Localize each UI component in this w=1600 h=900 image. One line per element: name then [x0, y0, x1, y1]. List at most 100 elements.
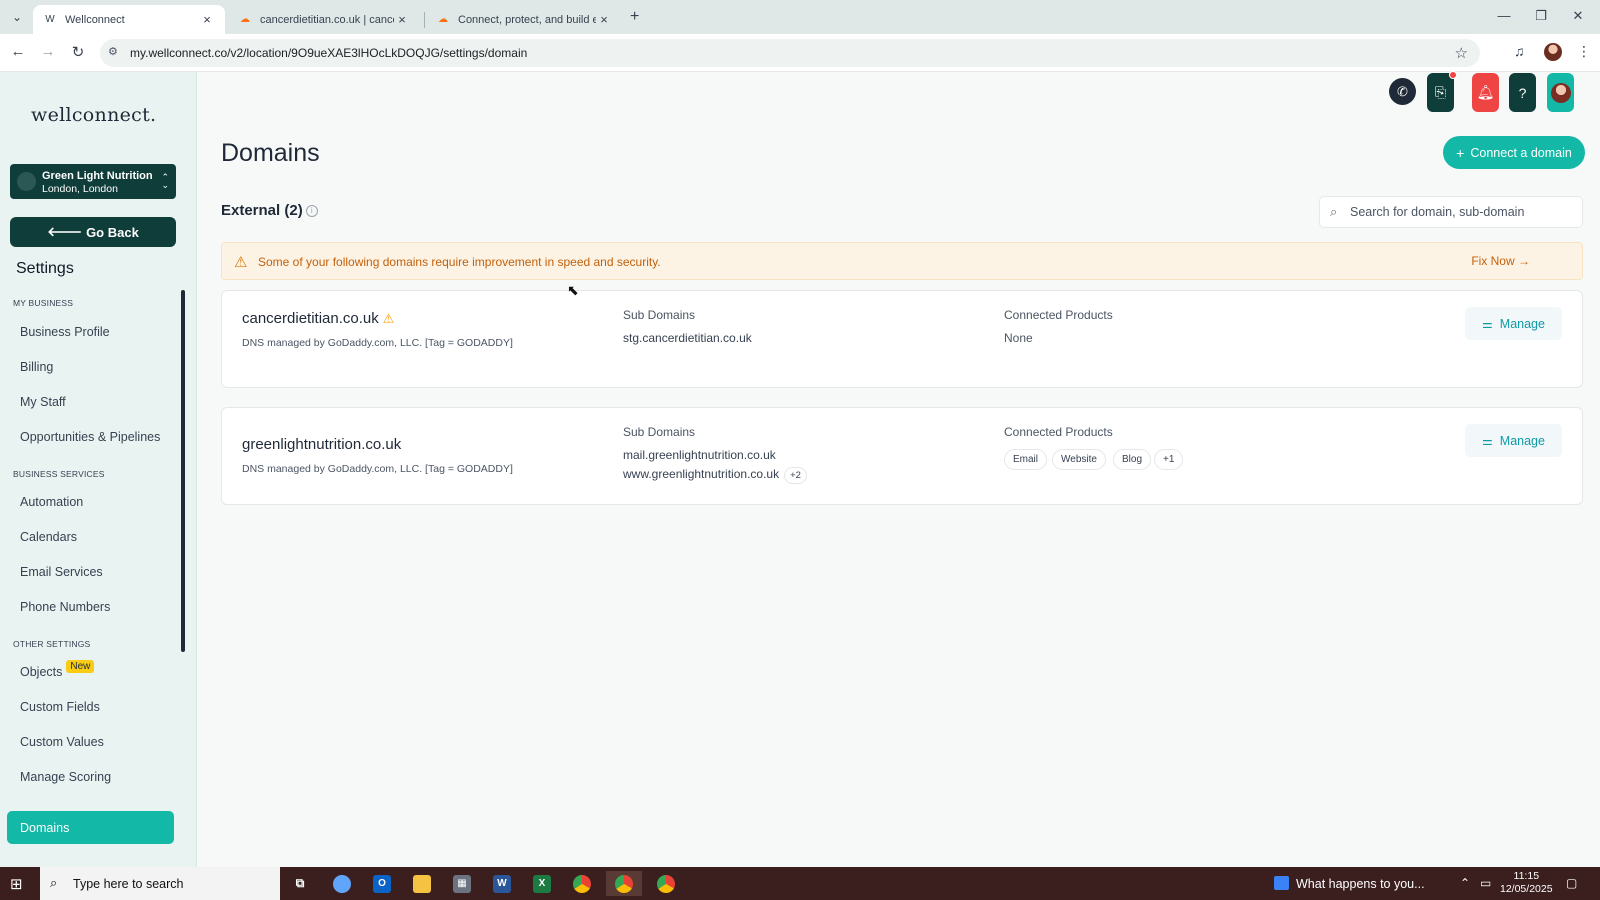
back-icon[interactable]: ←	[8, 43, 28, 60]
cloudflare-favicon-icon: ☁	[240, 13, 250, 25]
manage-label: Manage	[1499, 433, 1545, 448]
external-label: External (2)	[221, 202, 303, 219]
forward-icon[interactable]: →	[38, 43, 58, 60]
sidebar-item-my-staff[interactable]: My Staff	[20, 395, 66, 409]
manage-button[interactable]: ⚌ Manage	[1465, 424, 1562, 457]
changelog-button[interactable]: ⎘	[1427, 71, 1457, 112]
manage-button[interactable]: ⚌ Manage	[1465, 307, 1562, 340]
cloudflare-favicon-icon: ☁	[438, 13, 448, 25]
clock-time: 11:15	[1513, 870, 1540, 882]
minimize-icon[interactable]: —	[1489, 8, 1519, 23]
domain-card: greenlightnutrition.co.uk DNS managed by…	[221, 407, 1583, 505]
question-icon: ?	[1518, 84, 1527, 101]
sub-domains-heading: Sub Domains	[623, 425, 696, 439]
domain-search[interactable]: ⌕	[1319, 196, 1583, 228]
sidebar-item-custom-fields[interactable]: Custom Fields	[20, 700, 100, 714]
browser-tab-wellconnect[interactable]: W Wellconnect ×	[33, 5, 225, 34]
sidebar-item-business-profile[interactable]: Business Profile	[20, 325, 110, 339]
sub-domains-heading: Sub Domains	[623, 308, 696, 322]
app-icon-globe[interactable]	[324, 871, 360, 896]
fix-now-link[interactable]: Fix Now →	[1471, 254, 1530, 268]
sidebar-item-email-services[interactable]: Email Services	[20, 565, 103, 579]
user-avatar[interactable]	[1547, 73, 1574, 112]
site-settings-icon[interactable]: ⚙	[108, 45, 118, 58]
connected-products-heading: Connected Products	[1004, 425, 1113, 439]
manage-label: Manage	[1499, 316, 1545, 331]
warning-icon[interactable]: ⚠	[383, 311, 395, 326]
close-tab-icon[interactable]: ×	[596, 12, 612, 27]
close-tab-icon[interactable]: ×	[199, 12, 215, 27]
chrome-icon[interactable]	[564, 871, 600, 896]
external-domains-heading: External (2) i	[221, 202, 318, 219]
sidebar-item-manage-scoring[interactable]: Manage Scoring	[20, 770, 111, 784]
calculator-icon[interactable]: ▦	[444, 871, 480, 896]
browser-toolbar: ← → ↻ ⚙ my.wellconnect.co/v2/location/9O…	[0, 34, 1600, 72]
file-explorer-icon[interactable]	[404, 871, 440, 896]
search-input[interactable]	[1350, 197, 1576, 227]
chrome-menu-icon[interactable]: ⋮	[1577, 43, 1591, 60]
section-other-settings: OTHER SETTINGS	[13, 639, 91, 649]
fix-now-label: Fix Now	[1471, 254, 1515, 268]
sidebar-item-custom-values[interactable]: Custom Values	[20, 735, 104, 749]
media-controls-icon[interactable]: ♫	[1514, 43, 1525, 59]
new-tab-icon[interactable]: +	[630, 8, 639, 26]
word-icon[interactable]: W	[484, 871, 520, 896]
chrome-profile-2-icon[interactable]	[648, 871, 684, 896]
network-icon[interactable]: ▭	[1480, 876, 1491, 890]
tab-search-dropdown-icon[interactable]: ⌄	[6, 7, 28, 27]
outlook-icon[interactable]: O	[364, 871, 400, 896]
sidebar-scrollbar[interactable]	[181, 290, 185, 652]
taskbar-search[interactable]: ⌕ Type here to search	[40, 867, 280, 900]
domain-name-text: cancerdietitian.co.uk	[242, 310, 379, 327]
sidebar-item-billing[interactable]: Billing	[20, 360, 53, 374]
reload-icon[interactable]: ↻	[68, 43, 88, 61]
location-switcher[interactable]: Green Light Nutrition London, London ⌃ ⌄	[10, 164, 176, 199]
location-avatar	[17, 172, 36, 191]
excel-icon[interactable]: X	[524, 871, 560, 896]
windows-start-icon[interactable]: ⊞	[10, 875, 23, 893]
tray-chevron-icon[interactable]: ⌃	[1460, 876, 1470, 890]
more-sub-domains-chip[interactable]: +2	[784, 467, 807, 484]
help-button[interactable]: ?	[1509, 73, 1536, 112]
chrome-profile-icon[interactable]	[606, 871, 642, 896]
browser-tab-cancerdietitian[interactable]: ☁ cancerdietitian.co.uk | cancerdi ×	[228, 5, 420, 34]
notifications-button[interactable]: 🔔︎	[1472, 73, 1499, 112]
product-chip-blog: Blog	[1113, 449, 1152, 470]
domain-card: cancerdietitian.co.uk ⚠ DNS managed by Go…	[221, 290, 1583, 388]
sidebar-item-phone-numbers[interactable]: Phone Numbers	[20, 600, 110, 614]
sidebar-item-calendars[interactable]: Calendars	[20, 530, 77, 544]
connect-domain-button[interactable]: + Connect a domain	[1443, 136, 1585, 169]
restore-icon[interactable]: ❐	[1526, 8, 1556, 24]
location-name: Green Light Nutrition	[42, 170, 153, 182]
more-products-chip[interactable]: +1	[1154, 449, 1184, 470]
sidebar-item-domains[interactable]: Domains	[7, 811, 174, 844]
task-view-icon[interactable]: ⧉	[282, 871, 318, 896]
notification-center-icon[interactable]: ▢	[1566, 876, 1577, 890]
sidebar-item-objects[interactable]: Objects New	[20, 660, 95, 680]
news-widget-text[interactable]: What happens to you...	[1296, 877, 1425, 891]
sidebar-item-opportunities[interactable]: Opportunities & Pipelines	[20, 430, 160, 444]
close-tab-icon[interactable]: ×	[394, 12, 410, 27]
news-widget-icon[interactable]	[1274, 876, 1289, 890]
taskbar-clock[interactable]: 11:15 12/05/2025	[1500, 870, 1553, 896]
address-bar[interactable]: ⚙ my.wellconnect.co/v2/location/9O9ueXAE…	[100, 39, 1480, 67]
search-icon: ⌕	[50, 875, 58, 890]
mouse-cursor-icon: ⬉	[567, 282, 579, 298]
go-back-button[interactable]: 🡐 Go Back	[10, 217, 176, 247]
clock-date: 12/05/2025	[1500, 883, 1553, 895]
settings-sidebar: wellconnect. Green Light Nutrition Londo…	[0, 72, 197, 867]
url-text[interactable]: my.wellconnect.co/v2/location/9O9ueXAE3l…	[130, 46, 527, 60]
browser-tab-bar: ⌄ W Wellconnect × ☁ cancerdietitian.co.u…	[0, 0, 1600, 34]
phone-icon[interactable]: ✆	[1389, 78, 1416, 105]
chevron-up-down-icon: ⌃ ⌄	[161, 172, 169, 190]
chrome-profile-avatar[interactable]	[1544, 43, 1562, 61]
wellconnect-logo[interactable]: wellconnect.	[31, 104, 156, 126]
browser-tab-cloudflare[interactable]: ☁ Connect, protect, and build eve ×	[426, 5, 622, 34]
close-window-icon[interactable]: ✕	[1563, 8, 1593, 24]
sidebar-item-label: Domains	[20, 821, 70, 835]
info-icon[interactable]: i	[305, 205, 318, 217]
plus-icon: +	[1456, 144, 1465, 161]
warning-message: Some of your following domains require i…	[258, 255, 661, 269]
bookmark-star-icon[interactable]: ☆	[1455, 44, 1468, 62]
sidebar-item-automation[interactable]: Automation	[20, 495, 83, 509]
